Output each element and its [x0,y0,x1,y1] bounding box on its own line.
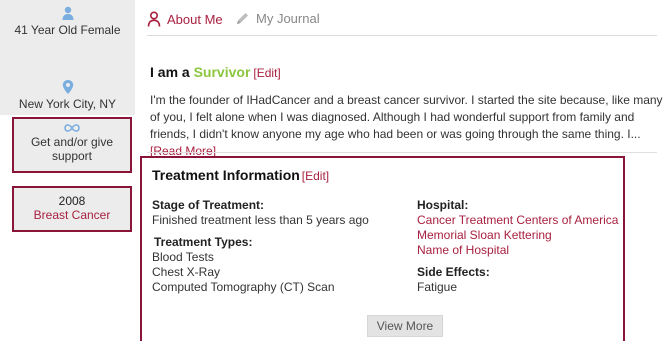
section-divider [147,152,657,153]
bio-body: I'm the founder of IHadCancer and a brea… [150,93,663,141]
support-box[interactable]: Get and/or give support [12,117,132,173]
treatment-title: Treatment Information [152,167,300,183]
infinity-icon [64,124,80,132]
profile-sidebar: 41 Year Old Female New York City, NY Get… [0,0,135,341]
location-pin-icon [62,80,74,94]
tab-about-me[interactable]: About Me [147,11,223,27]
hospital-label: Hospital: [417,198,469,212]
tab-journal-label: My Journal [256,11,320,26]
treatment-types-label: Treatment Types: [154,235,253,249]
main-content: About Me My Journal I am a Survivor [Edit… [135,0,667,341]
stage-value: Finished treatment less than 5 years ago [152,213,369,227]
tab-my-journal[interactable]: My Journal [235,11,320,26]
location-text: New York City, NY [18,97,117,111]
hospital-link[interactable]: Memorial Sloan Kettering [417,228,627,243]
diagnosis-year: 2008 [58,194,86,208]
treatment-heading: Treatment Information [Edit] [152,166,329,185]
support-text: Get and/or give support [30,135,114,163]
diagnosis-box[interactable]: 2008 Breast Cancer [12,186,132,232]
treatment-type-item: Blood Tests [152,250,214,264]
side-effects-label: Side Effects: [417,265,490,279]
treatment-type-item: Chest X-Ray [152,265,221,279]
survivor-edit-link[interactable]: [Edit] [253,66,280,80]
hospital-link[interactable]: Cancer Treatment Centers of America [417,213,627,228]
treatment-information-panel: Treatment Information [Edit] Stage of Tre… [140,156,625,341]
age-gender-text: 41 Year Old Female [14,23,121,37]
treatment-edit-link[interactable]: [Edit] [302,169,329,183]
pencil-icon [237,13,248,24]
treatment-type-item: Computed Tomography (CT) Scan [152,280,335,294]
bio-text: I'm the founder of IHadCancer and a brea… [150,92,667,160]
profile-tabs: About Me My Journal [147,8,657,36]
hospital-link[interactable]: Name of Hospital [417,243,627,258]
person-outline-icon [147,11,161,27]
view-more-button[interactable]: View More [367,315,443,337]
diagnosis-link[interactable]: Breast Cancer [14,208,130,222]
stage-label: Stage of Treatment: [152,198,265,212]
user-icon [62,6,74,20]
treatment-right-column: Hospital: Cancer Treatment Centers of Am… [417,198,627,295]
profile-card: 41 Year Old Female New York City, NY [0,0,135,115]
tab-about-label: About Me [167,11,223,27]
treatment-left-column: Stage of Treatment: Finished treatment l… [152,198,402,295]
survivor-heading: I am a Survivor [Edit] [150,64,281,81]
survivor-prefix: I am a [150,64,194,80]
side-effect-item: Fatigue [417,280,458,294]
survivor-status: Survivor [193,64,251,80]
